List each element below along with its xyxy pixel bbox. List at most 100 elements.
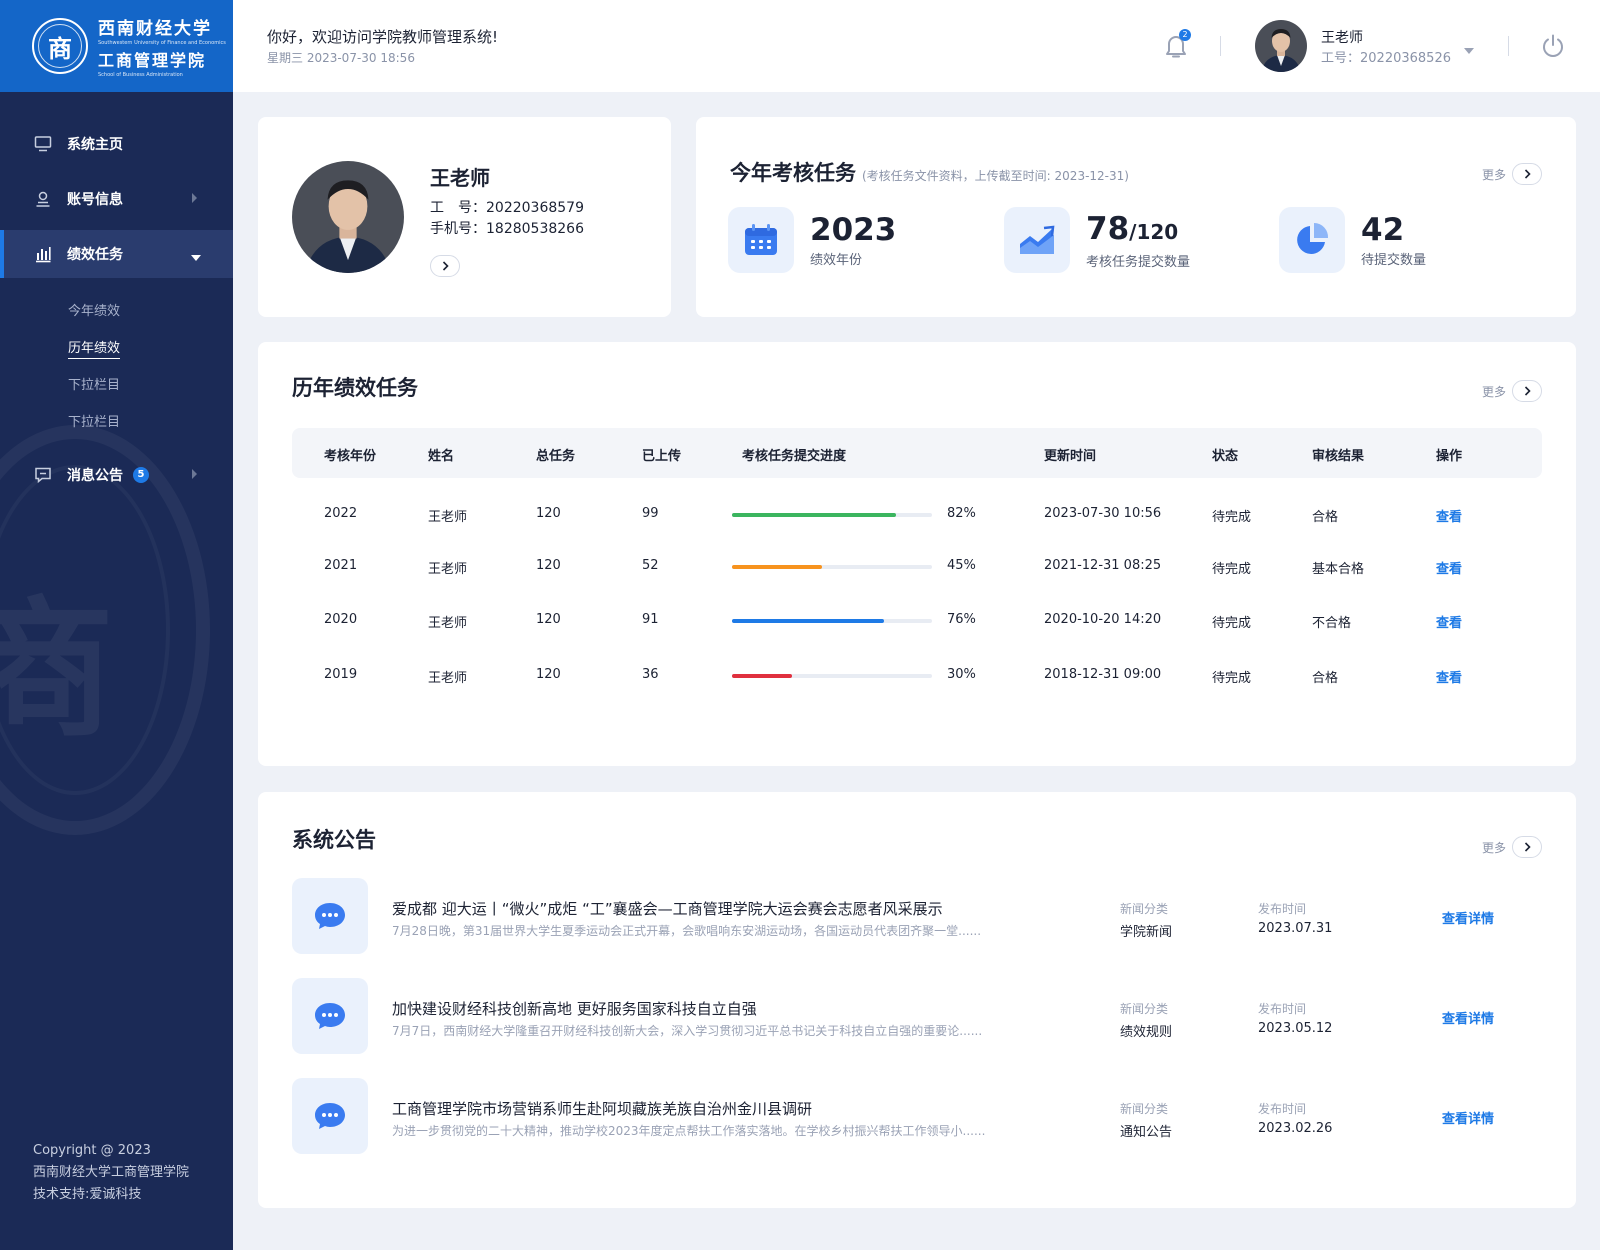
history-tasks-card: 历年绩效任务 更多 考核年份 姓名 总任务 已上传 考核任务提交进度 更新时间 … [258,342,1576,766]
divider [1508,36,1509,56]
logo[interactable]: 商 西南财经大学 Southwestern University of Fina… [0,0,233,92]
more-button[interactable] [1512,380,1542,402]
history-more-link[interactable]: 更多 [1482,380,1542,402]
monitor-icon [33,134,53,154]
view-link[interactable]: 查看 [1436,506,1462,525]
cell-year: 2020 [324,612,358,627]
university-seal-icon: 商 [32,18,88,74]
more-button[interactable] [1512,163,1542,185]
progress-bar-fill [732,674,792,678]
progress-label: 30% [947,667,976,682]
topbar: 你好，欢迎访问学院教师管理系统! 星期三 2023-07-30 18:56 2 … [233,0,1600,92]
cell-status: 待完成 [1212,671,1252,686]
subnav-item-this-year[interactable]: 今年绩效 [0,293,233,330]
annual-tasks-title: 今年考核任务 (考核任务文件资料，上传截至时间: 2023-12-31) [730,161,1129,185]
stat-year-label: 绩效年份 [810,253,863,268]
view-link[interactable]: 查看 [1436,612,1462,631]
logout-button[interactable] [1540,33,1566,63]
sidebar-item-label: 系统主页 [67,137,123,153]
annual-tasks-note: (考核任务文件资料，上传截至时间: 2023-12-31) [862,169,1129,183]
profile-id: 20220368579 [486,200,584,216]
column-header: 状态 [1212,449,1239,464]
annual-tasks-more-link[interactable]: 更多 [1482,163,1542,185]
notification-button[interactable]: 2 [1163,29,1191,60]
cell-status: 待完成 [1212,510,1252,525]
profile-phone: 18280538266 [486,221,584,237]
chevron-right-icon [191,468,199,484]
caret-down-icon [1464,48,1474,54]
power-icon [1543,34,1563,57]
subnav-item-dropdown-1[interactable]: 下拉栏目 [0,367,233,404]
notice-summary: 7月7日，西南财经大学隆重召开财经科技创新大会，深入学习贯彻习近平总书记关于科技… [392,1024,983,1038]
profile-detail-button[interactable] [430,255,460,277]
cell-updated: 2023-07-30 10:56 [1044,506,1162,521]
notice-date: 2023.05.12 [1258,1021,1333,1036]
cell-total: 120 [536,506,561,521]
notice-category: 学院新闻 [1120,925,1173,940]
notice-title[interactable]: 爱成都 迎大运丨“微火”成炬 “工”襄盛会—工商管理学院大运会赛会志愿者风采展示 [392,898,943,919]
notice-title[interactable]: 工商管理学院市场营销系师生赴阿坝藏族羌族自治州金川县调研 [392,1098,812,1119]
sidebar-item-performance[interactable]: 绩效任务 [0,230,233,278]
table-row: 2019 王老师 120 36 2018-12-31 09:00 待完成 合格 30% 查看 [292,655,1542,695]
notice-title[interactable]: 加快建设财经科技创新高地 更好服务国家科技自立自强 [392,998,757,1019]
messages-count-badge: 5 [133,467,149,483]
sidebar-item-label: 账号信息 [67,192,123,208]
table-row: 2021 王老师 120 52 2021-12-31 08:25 待完成 基本合格 45% 查看 [292,546,1542,586]
view-link[interactable]: 查看 [1436,558,1462,577]
progress-bar [732,513,932,517]
trend-chart-icon [1004,207,1070,273]
profile-phone-row: 手机号：18280538266 [430,221,584,237]
sidebar-item-label: 绩效任务 [67,247,123,263]
logo-school-name: 工商管理学院 [98,50,207,70]
sidebar-item-messages[interactable]: 消息公告 5 [0,451,233,499]
sidebar-item-account[interactable]: 账号信息 [0,175,233,223]
notices-more-link[interactable]: 更多 [1482,836,1542,858]
chat-bubble-icon [292,978,368,1054]
calendar-icon [728,207,794,273]
progress-bar-fill [732,565,822,569]
pie-chart-icon [1279,207,1345,273]
logo-university-name: 西南财经大学 [98,18,212,39]
view-link[interactable]: 查看 [1436,667,1462,686]
notice-category: 绩效规则 [1120,1025,1173,1040]
chevron-right-icon [1524,386,1531,396]
cell-updated: 2018-12-31 09:00 [1044,667,1162,682]
stat-submitted-value: 78/120 [1086,210,1179,247]
cell-year: 2022 [324,506,358,521]
chevron-right-icon [442,261,449,271]
notice-item[interactable]: 工商管理学院市场营销系师生赴阿坝藏族羌族自治州金川县调研 为进一步贯彻党的二十大精… [292,1078,1542,1154]
message-icon [33,465,53,485]
notice-category-label: 新闻分类 [1120,902,1169,916]
user-id: 工号：20220368526 [1321,51,1451,66]
notice-item[interactable]: 加快建设财经科技创新高地 更好服务国家科技自立自强 7月7日，西南财经大学隆重召开… [292,978,1542,1054]
subnav-item-history[interactable]: 历年绩效 [0,330,233,367]
sidebar-item-home[interactable]: 系统主页 [0,120,233,168]
column-header: 操作 [1436,449,1463,464]
user-menu-dropdown[interactable] [1463,40,1475,59]
cell-year: 2021 [324,558,358,573]
notice-summary: 7月28日晚，第31届世界大学生夏季运动会正式开幕，会歌唱响东安湖运动场，各国运… [392,924,982,938]
cell-updated: 2020-10-20 14:20 [1044,612,1162,627]
cell-result: 合格 [1312,510,1339,525]
person-portrait-icon [292,161,404,273]
cell-result: 基本合格 [1312,562,1365,577]
logo-school-english: School of Business Administration [98,71,183,78]
person-portrait-icon [1255,20,1307,72]
sidebar-item-label: 消息公告 [67,468,123,484]
profile-id-row: 工 号：20220368579 [430,200,584,216]
sidebar-subnav: 今年绩效 历年绩效 下拉栏目 下拉栏目 [0,285,233,451]
view-details-link[interactable]: 查看详情 [1442,1108,1494,1127]
notice-date: 2023.02.26 [1258,1121,1333,1136]
user-avatar[interactable] [1255,20,1307,72]
notice-item[interactable]: 爱成都 迎大运丨“微火”成炬 “工”襄盛会—工商管理学院大运会赛会志愿者风采展示… [292,878,1542,954]
profile-avatar [292,161,404,273]
view-details-link[interactable]: 查看详情 [1442,908,1494,927]
chevron-right-icon [1524,842,1531,852]
view-details-link[interactable]: 查看详情 [1442,1008,1494,1027]
more-button[interactable] [1512,836,1542,858]
chat-bubble-icon [292,878,368,954]
chevron-down-icon [190,250,202,266]
welcome-message: 你好，欢迎访问学院教师管理系统! [267,28,499,46]
column-header: 更新时间 [1044,449,1097,464]
cell-total: 120 [536,558,561,573]
